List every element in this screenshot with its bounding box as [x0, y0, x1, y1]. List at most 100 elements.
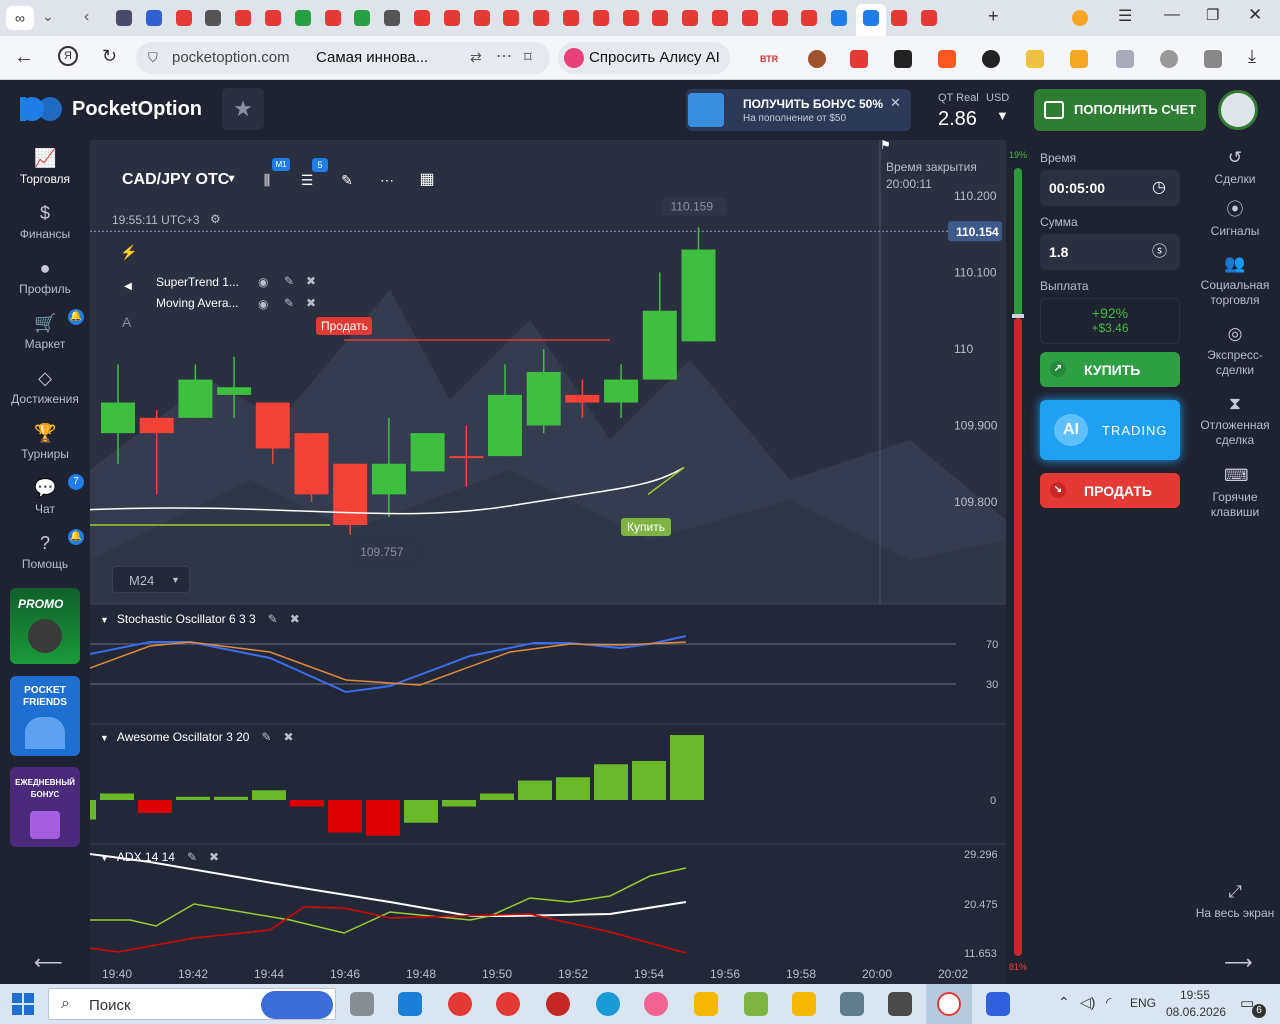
layout-button[interactable]: ▦ — [410, 164, 444, 196]
tabs-dropdown-icon[interactable]: ⌄ — [42, 8, 54, 25]
friends-banner[interactable]: POCKET FRIENDS — [10, 676, 80, 756]
collapse-arrow-icon[interactable]: ▼ — [100, 853, 109, 863]
text-tool-icon[interactable]: A — [122, 314, 131, 330]
remove-icon[interactable]: ✖ — [284, 730, 294, 744]
pocketoption-tab-icon[interactable] — [863, 10, 879, 26]
yandex-icon[interactable]: Я — [58, 46, 78, 66]
promo-banner[interactable]: PROMO — [10, 588, 80, 664]
nav-item-chart[interactable]: 📈 Торговля — [0, 148, 90, 186]
collapse-arrow-icon[interactable]: ▼ — [100, 615, 109, 625]
translate-icon[interactable]: ⇄ — [470, 49, 482, 66]
yandex-browser-icon[interactable] — [496, 992, 520, 1016]
remove-icon[interactable]: ✖ — [209, 850, 219, 864]
browser-tab-icon[interactable] — [652, 10, 669, 26]
daily-bonus-banner[interactable]: ЕЖЕДНЕВНЫЙ БОНУС — [10, 767, 80, 847]
rnav-item-hourglass[interactable]: ⧗ Отложенная сделка — [1190, 394, 1280, 448]
bookmark-icon[interactable]: ⌑ — [524, 48, 532, 66]
nav-item-help[interactable]: ? Помощь 🔔 — [0, 529, 90, 571]
browser-tab-icon[interactable] — [712, 10, 728, 26]
browser-tab-icon[interactable] — [414, 10, 430, 26]
nav-item-dollar[interactable]: $ Финансы — [0, 203, 90, 241]
edit-icon[interactable]: ✎ — [187, 850, 197, 864]
remove-icon[interactable]: ✖ — [306, 274, 316, 288]
rnav-item-social[interactable]: 👥 Социальная торговля — [1190, 254, 1280, 308]
browser-tab-icon[interactable] — [682, 10, 699, 26]
chart-canvas[interactable]: 110.200 110.100 110 109.900 109.800 110.154 11… — [89, 140, 1006, 984]
browser-tab-icon[interactable] — [771, 10, 788, 26]
browser-tab-icon[interactable] — [741, 10, 758, 26]
browser-tab-icon[interactable] — [354, 10, 371, 26]
menu-icon[interactable]: ☰ — [1118, 6, 1132, 26]
nav-item-user[interactable]: ● Профиль — [0, 258, 90, 296]
logo-text[interactable]: PocketOption — [72, 98, 202, 121]
more-icon[interactable]: ⋯ — [496, 46, 512, 66]
clock-time[interactable]: 19:55 — [1180, 988, 1210, 1002]
ext-sound-icon[interactable] — [1026, 50, 1044, 68]
ext-protect-icon[interactable] — [1116, 50, 1134, 68]
browser-tab-icon[interactable] — [384, 10, 401, 26]
ext-game-icon[interactable] — [894, 50, 912, 68]
explorer-icon[interactable] — [694, 992, 718, 1016]
candle-type-button[interactable]: ⫼ M1 — [250, 158, 290, 196]
timeframe-select[interactable]: M24 ▼ — [112, 566, 190, 593]
photos-icon[interactable] — [840, 992, 864, 1016]
browser-tab-icon[interactable] — [920, 10, 937, 26]
taskbar-search[interactable]: ⌕ Поиск — [48, 988, 336, 1020]
amount-input[interactable]: 1.8 ⓢ — [1040, 234, 1180, 270]
browser-tab-icon[interactable] — [294, 10, 311, 26]
bonus-close-icon[interactable]: ✕ — [890, 95, 901, 111]
close-window-icon[interactable]: ✕ — [1248, 5, 1262, 25]
ext-cookie-icon[interactable] — [808, 50, 826, 68]
favorites-star-icon[interactable]: ★ — [222, 88, 264, 130]
ext-r-icon[interactable] — [982, 50, 1000, 68]
ext-vtr-icon[interactable]: ВТR — [760, 50, 784, 68]
ext-pdf-icon[interactable] — [938, 50, 956, 68]
rnav-item-target[interactable]: ◎ Экспресс-сделки — [1190, 324, 1280, 378]
deposit-button[interactable]: ПОПОЛНИТЬ СЧЕТ — [1034, 89, 1206, 131]
asset-selector[interactable]: CAD/JPY OTC ▼ — [112, 162, 246, 198]
tabs-back-icon[interactable]: ‹ — [84, 8, 89, 26]
roblox-icon[interactable] — [986, 992, 1010, 1016]
alice-button[interactable]: Спросить Алису AI — [558, 42, 730, 74]
collapse-sidebar-icon[interactable]: ⟵ — [34, 950, 63, 975]
app-icon[interactable] — [644, 992, 668, 1016]
back-icon[interactable]: ← — [14, 46, 34, 69]
browser-tab-icon[interactable] — [831, 10, 848, 26]
ext-shield-icon[interactable] — [1070, 50, 1088, 68]
ai-trading-button[interactable]: AI TRADING — [1040, 400, 1180, 460]
opera-icon[interactable] — [546, 992, 570, 1016]
browser-tab-icon[interactable] — [175, 10, 192, 26]
download-icon[interactable]: ⤓ — [1248, 46, 1256, 67]
browser-tab-icon[interactable] — [801, 10, 818, 26]
browser-tab-icon[interactable] — [622, 10, 639, 26]
browser-tab-icon[interactable] — [443, 10, 460, 26]
minimize-icon[interactable]: — — [1164, 6, 1180, 24]
clock-date[interactable]: 08.06.2026 — [1166, 1005, 1226, 1019]
browser-tab-icon[interactable] — [145, 10, 162, 26]
reload-icon[interactable]: ↻ — [102, 46, 117, 67]
browser-tab-icon[interactable] — [533, 10, 550, 26]
nav-item-trophy[interactable]: 🏆 Турниры — [0, 423, 90, 461]
expand-right-icon[interactable]: ⟶ — [1224, 950, 1253, 975]
tab-overview-icon[interactable]: ∞ — [6, 6, 34, 30]
flash-icon[interactable]: ⚡ — [120, 244, 137, 261]
bonus-banner[interactable]: ПОЛУЧИТЬ БОНУС 50% На пополнение от $50 … — [686, 89, 911, 131]
yandex-app-icon[interactable] — [937, 992, 961, 1016]
lock-app-icon[interactable] — [792, 992, 816, 1016]
task-view-icon[interactable] — [350, 992, 374, 1016]
browser-tab-icon[interactable] — [235, 10, 252, 26]
nav-item-chat[interactable]: 💬 Чат 7 — [0, 474, 90, 516]
tray-chevron-icon[interactable]: ⌃ — [1058, 994, 1070, 1011]
restore-icon[interactable]: ❐ — [1206, 6, 1219, 24]
browser-tab-icon[interactable] — [563, 10, 579, 26]
eye-icon[interactable]: ◉ — [258, 275, 268, 289]
more-tools-button[interactable]: ⋯ — [370, 164, 404, 196]
windows-start-icon[interactable] — [12, 993, 34, 1015]
time-input[interactable]: 00:05:00 ◷ — [1040, 170, 1180, 206]
browser-tab-icon[interactable] — [503, 10, 520, 26]
terminal-icon[interactable] — [888, 992, 912, 1016]
browser-tab-icon[interactable] — [890, 10, 907, 26]
language-indicator[interactable]: ENG — [1130, 996, 1156, 1010]
wifi-icon[interactable]: ◜ — [1106, 994, 1111, 1011]
chart-area[interactable]: 110.200 110.100 110 109.900 109.800 110.154 11… — [89, 138, 1006, 984]
